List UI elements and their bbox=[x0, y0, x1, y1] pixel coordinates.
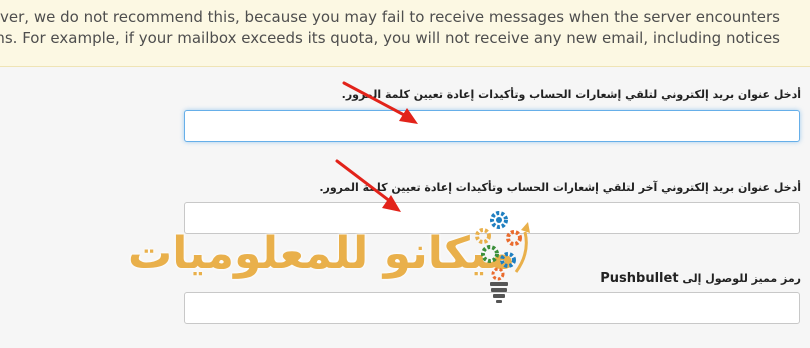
warning-notice: r hosts. However, we do not recommend th… bbox=[0, 0, 810, 67]
pushbullet-label-prefix: رمز مميز للوصول إلى bbox=[682, 272, 801, 285]
pushbullet-brand-label: Pushbullet bbox=[600, 271, 679, 286]
notice-line-1: r hosts. However, we do not recommend th… bbox=[0, 8, 780, 26]
notice-line-2: .problems. For example, if your mailbox … bbox=[0, 29, 780, 47]
email-field[interactable] bbox=[184, 110, 800, 142]
watermark-text: ميكانو للمعلوميات bbox=[128, 228, 516, 279]
pushbullet-field-label: رمز مميز للوصول إلى Pushbullet bbox=[600, 271, 801, 286]
lightbulb-gears-icon bbox=[475, 211, 530, 303]
site-watermark-logo: ميكانو للمعلوميات bbox=[128, 200, 538, 310]
red-arrow-icon bbox=[342, 81, 418, 124]
